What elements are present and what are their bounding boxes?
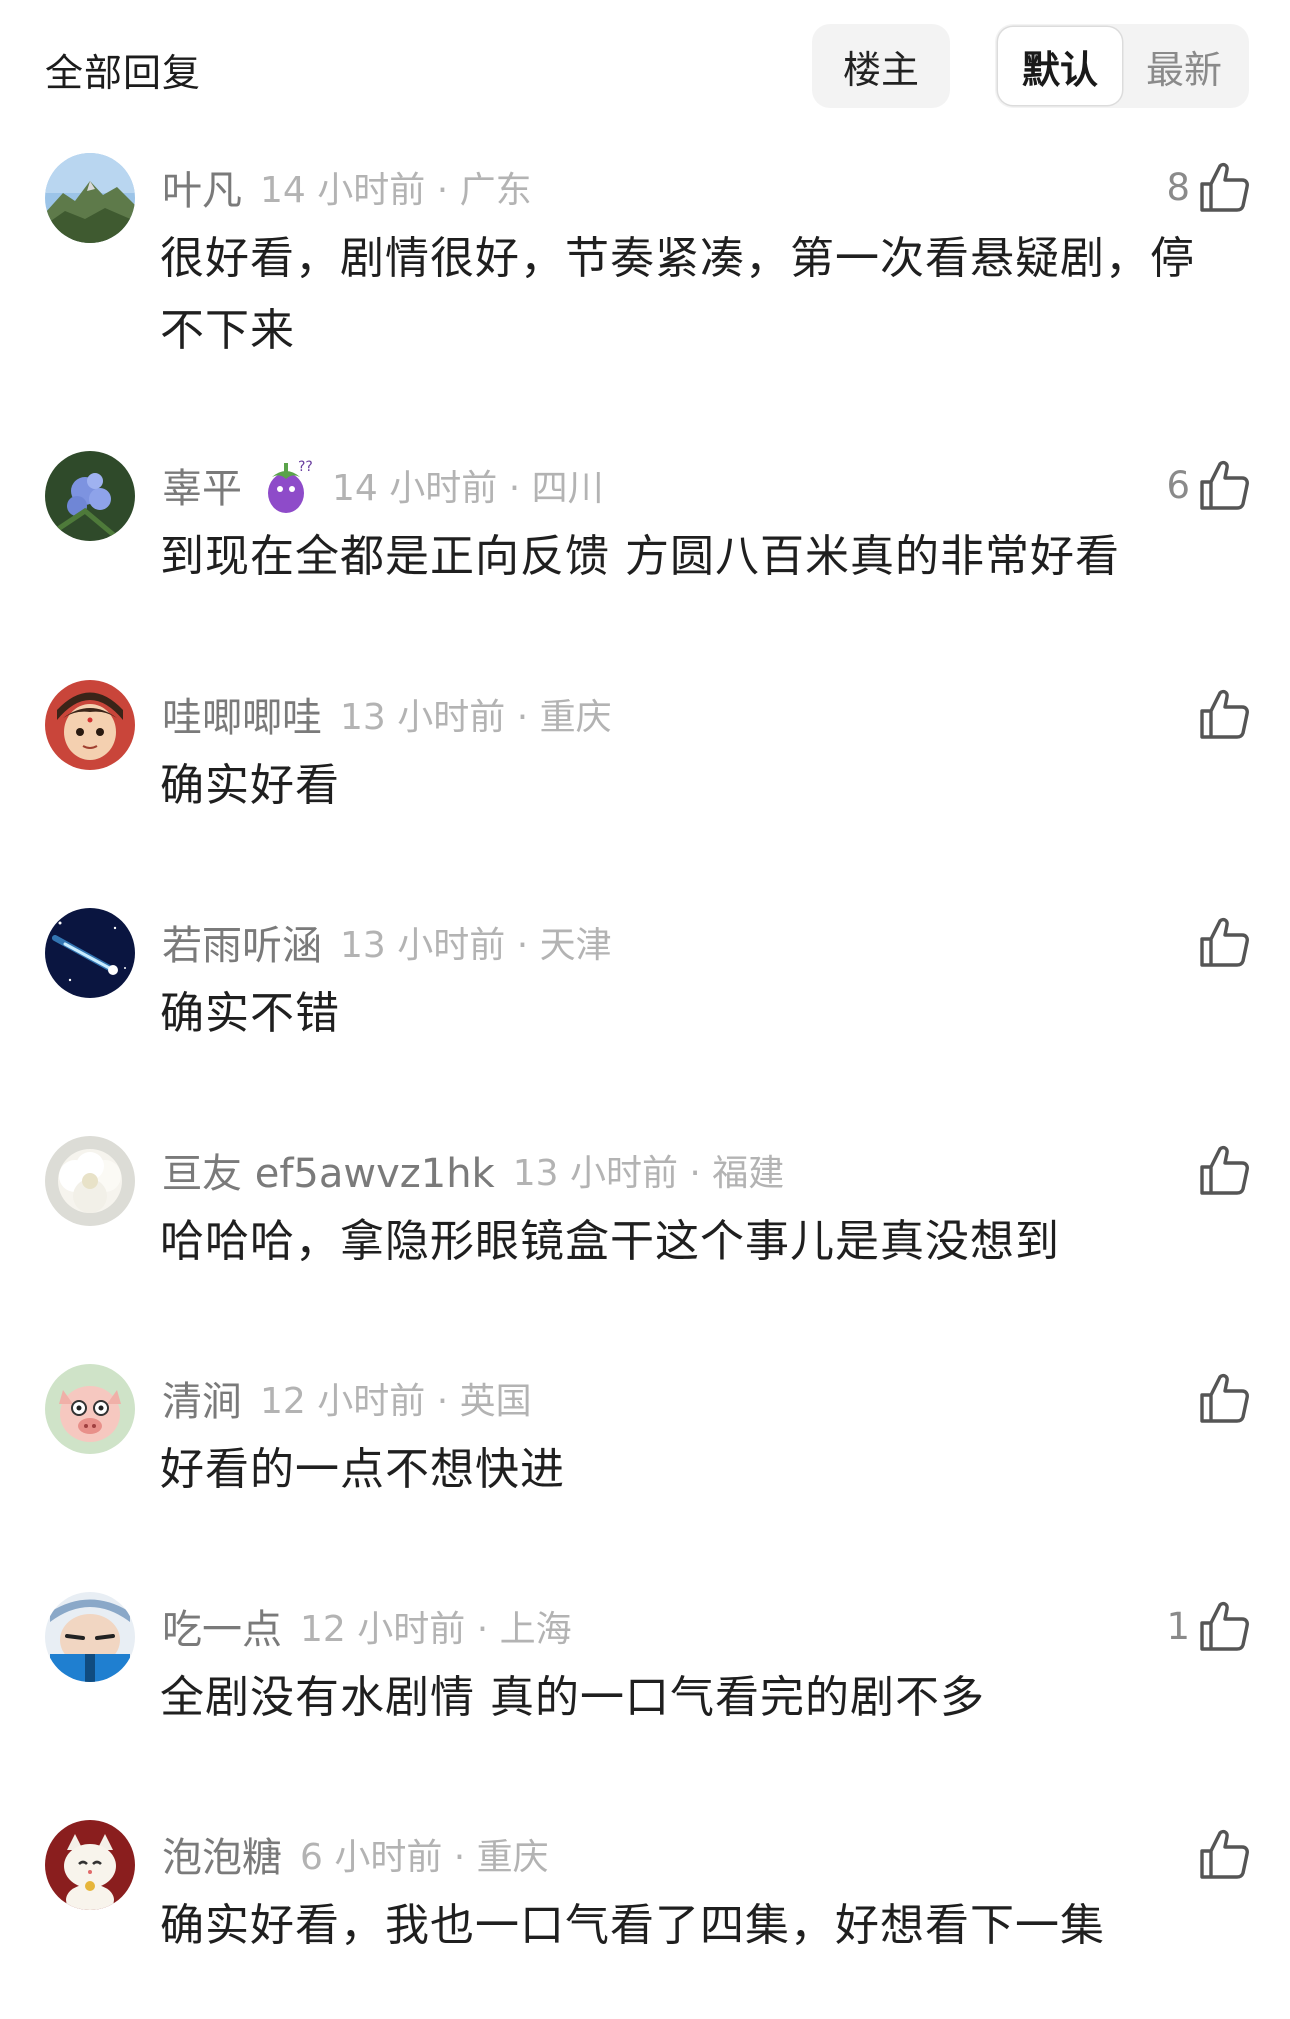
comment-text: 哈哈哈，拿隐形眼镜盒干这个事儿是真没想到 [160, 1216, 1060, 1267]
timestamp-location: 6 小时前 · 重庆 [300, 1837, 549, 1878]
username[interactable]: 若雨听涵 [162, 913, 322, 971]
comment-text: 确实不错 [160, 988, 340, 1039]
sort-latest-button[interactable]: 最新 [1122, 27, 1246, 105]
mountain-landscape-avatar-image [45, 153, 135, 243]
like-count: 1 [1166, 1604, 1190, 1648]
blue-flowers-avatar-image [45, 451, 135, 541]
like-button[interactable]: 8 [1166, 157, 1250, 217]
username[interactable]: 辜平 [162, 456, 242, 514]
like-button[interactable] [1198, 912, 1250, 972]
comment-text: 好看的一点不想快进 [160, 1444, 565, 1495]
comment-text: 确实好看，我也一口气看了四集，好想看下一集 [160, 1900, 1105, 1951]
avatar[interactable] [45, 1364, 135, 1454]
avatar[interactable] [45, 1820, 135, 1910]
like-count: 8 [1166, 165, 1190, 209]
username[interactable]: 泡泡糖 [162, 1825, 282, 1883]
username[interactable]: 清涧 [162, 1369, 242, 1427]
like-button[interactable] [1198, 1140, 1250, 1200]
thumbs-up-icon [1198, 160, 1250, 214]
thumbs-up-icon [1198, 1143, 1250, 1197]
username[interactable]: 亘友 ef5awvz1hk [162, 1141, 495, 1199]
timestamp-location: 14 小时前 · 广东 [260, 170, 532, 211]
sort-default-button[interactable]: 默认 [998, 27, 1122, 105]
svg-text:??: ?? [298, 459, 313, 475]
cartoon-boy-avatar-image [45, 680, 135, 770]
all-replies-title: 全部回复 [45, 51, 202, 95]
like-count: 6 [1166, 463, 1190, 507]
eggplant-badge-icon: ?? [262, 455, 314, 515]
like-button[interactable]: 1 [1166, 1596, 1250, 1656]
username[interactable]: 吃一点 [162, 1597, 282, 1655]
sort-toggle: 默认 最新 [995, 24, 1249, 108]
avatar[interactable] [45, 680, 135, 770]
white-flower-avatar-image [45, 1136, 135, 1226]
avatar[interactable] [45, 451, 135, 541]
lucky-cat-avatar-image [45, 1820, 135, 1910]
comment-text: 确实好看 [160, 760, 340, 811]
like-button[interactable]: 6 [1166, 455, 1250, 515]
masked-person-avatar-image [45, 1592, 135, 1682]
avatar[interactable] [45, 153, 135, 243]
thumbs-up-icon [1198, 1827, 1250, 1881]
thumbs-up-icon [1198, 458, 1250, 512]
like-button[interactable] [1198, 1824, 1250, 1884]
thumbs-up-icon [1198, 1599, 1250, 1653]
avatar[interactable] [45, 1136, 135, 1226]
comment-text: 到现在全都是正向反馈 方圆八百米真的非常好看 [160, 531, 1120, 582]
timestamp-location: 13 小时前 · 重庆 [340, 697, 612, 738]
like-button[interactable] [1198, 1368, 1250, 1428]
timestamp-location: 12 小时前 · 上海 [300, 1609, 572, 1650]
avatar[interactable] [45, 1592, 135, 1682]
like-button[interactable] [1198, 684, 1250, 744]
timestamp-location: 12 小时前 · 英国 [260, 1381, 532, 1422]
username[interactable]: 哇唧唧哇 [162, 685, 322, 743]
avatar[interactable] [45, 908, 135, 998]
comment-text: 全剧没有水剧情 真的一口气看完的剧不多 [160, 1672, 985, 1723]
replies-header: 全部回复 楼主 默认 最新 [0, 0, 1290, 130]
owner-only-button[interactable]: 楼主 [812, 24, 950, 108]
username[interactable]: 叶凡 [162, 158, 242, 216]
comment-text: 很好看，剧情很好，节奏紧凑，第一次看悬疑剧，停不下来 [160, 233, 1195, 356]
thumbs-up-icon [1198, 687, 1250, 741]
timestamp-location: 14 小时前 · 四川 [332, 468, 604, 509]
shooting-star-avatar-image [45, 908, 135, 998]
timestamp-location: 13 小时前 · 福建 [512, 1153, 785, 1194]
cartoon-pig-avatar-image [45, 1364, 135, 1454]
thumbs-up-icon [1198, 915, 1250, 969]
thumbs-up-icon [1198, 1371, 1250, 1425]
timestamp-location: 13 小时前 · 天津 [340, 925, 612, 966]
